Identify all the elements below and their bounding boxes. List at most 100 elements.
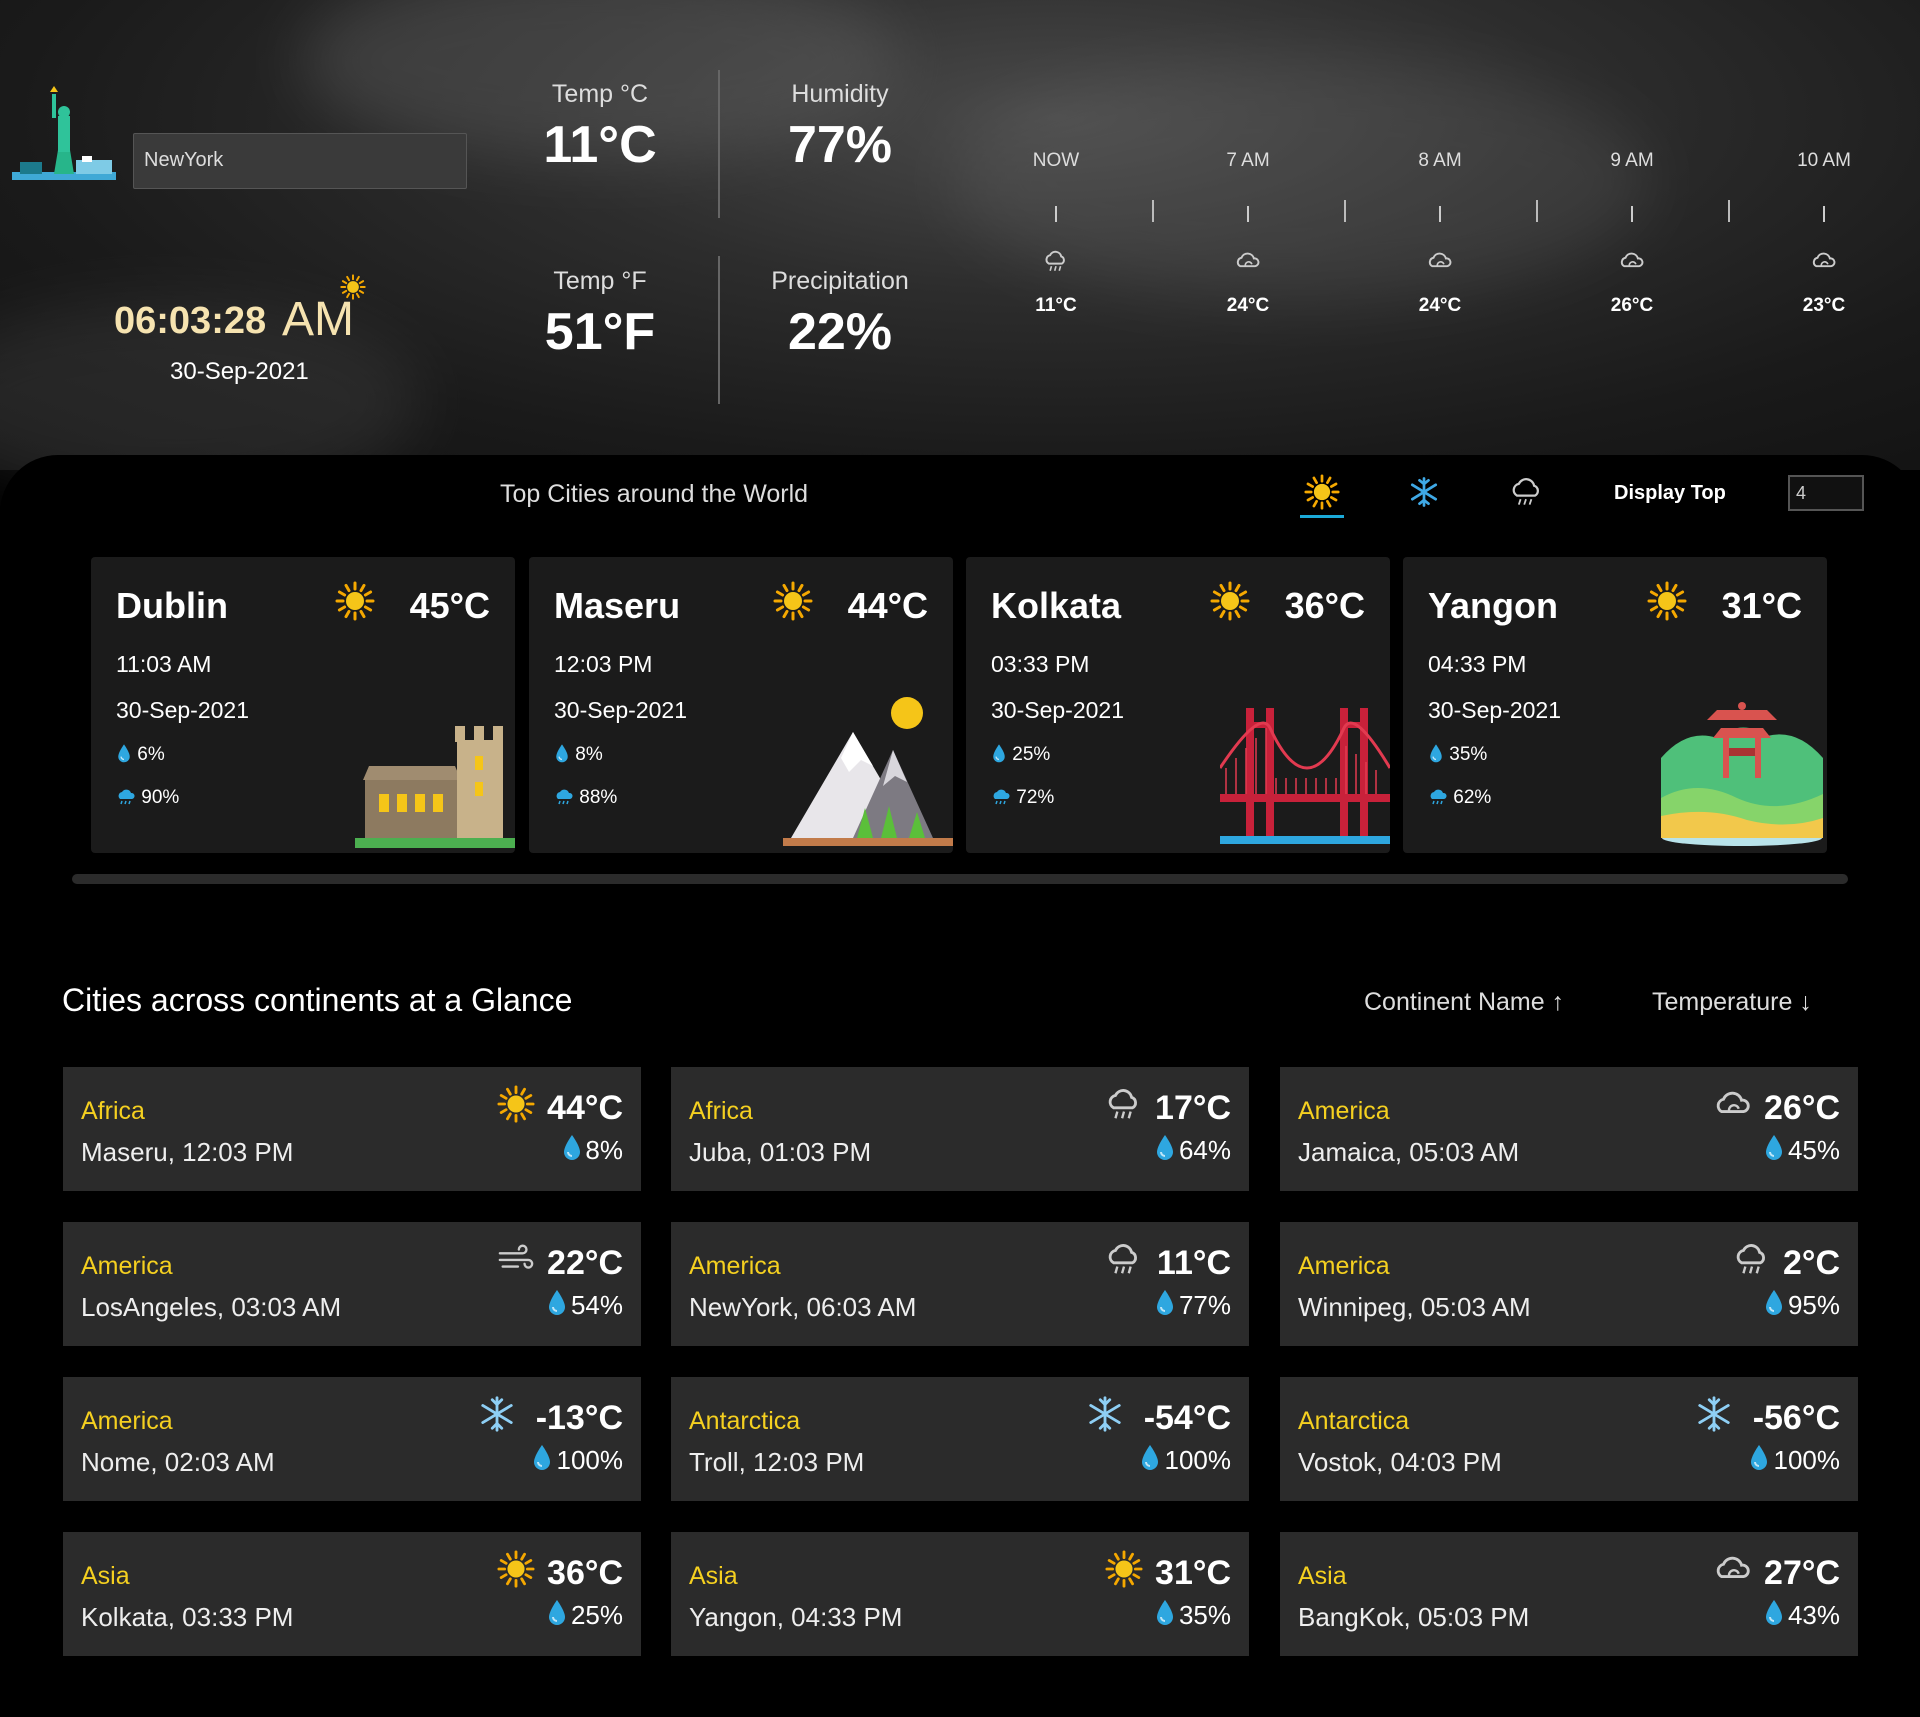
- tile-continent: Africa: [689, 1097, 753, 1125]
- continent-city-tile[interactable]: Asia Kolkata, 03:33 PM 36°C 25%: [63, 1532, 641, 1656]
- filter-active-indicator: [1300, 515, 1344, 518]
- card-date: 30-Sep-2021: [554, 697, 687, 723]
- sun-icon: [773, 581, 813, 621]
- continent-city-tile[interactable]: America Winnipeg, 05:03 AM 2°C 95%: [1280, 1222, 1858, 1346]
- continent-city-tile[interactable]: Antarctica Vostok, 04:03 PM -56°C 100%: [1280, 1377, 1858, 1501]
- hourly-temp: 24°C: [1226, 295, 1270, 316]
- card-city-name: Dublin: [116, 585, 228, 626]
- rain-cloud-icon: [1430, 789, 1447, 805]
- tile-city-time: Juba, 01:03 PM: [689, 1137, 872, 1167]
- continent-city-tile[interactable]: America Jamaica, 05:03 AM 26°C 45%: [1280, 1067, 1858, 1191]
- continent-city-tile[interactable]: Africa Maseru, 12:03 PM 44°C 8%: [63, 1067, 641, 1191]
- pagoda-illustration: [1657, 698, 1827, 853]
- top-city-card[interactable]: Maseru 44°C 12:03 PM 30-Sep-2021 8% 88%: [529, 557, 953, 853]
- tile-humidity: 35%: [1178, 1600, 1231, 1630]
- tile-humidity: 25%: [570, 1600, 623, 1630]
- tile-continent: America: [81, 1407, 173, 1435]
- filter-snow-icon[interactable]: [1406, 474, 1442, 510]
- sun-icon: [1210, 581, 1250, 621]
- card-humidity: 25%: [991, 743, 1050, 766]
- tile-temperature: -56°C: [1752, 1399, 1840, 1437]
- card-humidity-value: 35%: [1449, 744, 1488, 765]
- timeline-tick: [1439, 206, 1441, 222]
- tile-city-time: Troll, 12:03 PM: [689, 1447, 865, 1477]
- tile-temperature: 44°C: [547, 1089, 623, 1127]
- hourly-temp: 11°C: [1035, 295, 1077, 316]
- continent-city-tile[interactable]: America NewYork, 06:03 AM 11°C 77%: [671, 1222, 1249, 1346]
- hourly-temp: 26°C: [1610, 295, 1654, 316]
- card-city-name: Yangon: [1428, 585, 1559, 626]
- bridge-illustration: [1218, 698, 1390, 853]
- hourly-item: 7 AM 24°C: [1188, 150, 1308, 317]
- hourly-hour: 9 AM: [1610, 150, 1654, 171]
- display-top-input[interactable]: 4: [1788, 475, 1864, 511]
- continent-city-tile[interactable]: America LosAngeles, 03:03 AM 22°C 54%: [63, 1222, 641, 1346]
- rain-cloud-icon: [118, 789, 135, 805]
- card-precip-value: 88%: [579, 787, 618, 808]
- card-date: 30-Sep-2021: [991, 697, 1124, 723]
- timeline-tick: [1152, 200, 1154, 222]
- filter-sunny-icon[interactable]: [1304, 474, 1340, 510]
- tile-temperature: 31°C: [1155, 1554, 1231, 1592]
- temp-f-stat: Temp °F 51°F: [490, 267, 710, 362]
- timeline-tick: [1631, 206, 1633, 222]
- continent-city-tile[interactable]: Africa Juba, 01:03 PM 17°C 64%: [671, 1067, 1249, 1191]
- tile-continent: Asia: [81, 1562, 130, 1590]
- top-cities-title: Top Cities around the World: [500, 480, 809, 508]
- tile-temperature: -13°C: [535, 1399, 623, 1437]
- card-precipitation: 62%: [1428, 787, 1491, 809]
- droplet-icon: [534, 1445, 550, 1470]
- droplet-icon: [1157, 1290, 1173, 1315]
- snowflake-icon: [1089, 1396, 1121, 1432]
- cards-scrollbar[interactable]: [72, 874, 1848, 884]
- rain-cloud-icon: [1108, 1089, 1137, 1119]
- droplet-icon: [549, 1290, 565, 1315]
- cloud-icon: [1620, 252, 1644, 268]
- sort-temperature-label: Temperature: [1652, 988, 1793, 1016]
- card-time: 04:33 PM: [1428, 651, 1527, 677]
- continent-city-tile[interactable]: Asia BangKok, 05:03 PM 27°C 43%: [1280, 1532, 1858, 1656]
- filter-rain-icon[interactable]: [1508, 474, 1544, 510]
- sun-icon: [340, 274, 366, 300]
- card-precip-value: 90%: [141, 787, 180, 808]
- hourly-hour: 7 AM: [1226, 150, 1270, 171]
- card-precipitation: 90%: [116, 787, 179, 809]
- top-city-card[interactable]: Dublin 45°C 11:03 AM 30-Sep-2021 6% 90%: [91, 557, 515, 853]
- card-precipitation: 72%: [991, 787, 1054, 809]
- tile-humidity: 54%: [570, 1290, 623, 1320]
- droplet-icon: [564, 1135, 580, 1160]
- top-city-card[interactable]: Kolkata 36°C 03:33 PM 30-Sep-2021 25% 72…: [966, 557, 1390, 853]
- card-humidity-value: 8%: [575, 744, 603, 765]
- tile-city-time: Jamaica, 05:03 AM: [1298, 1137, 1520, 1167]
- timeline-tick: [1536, 200, 1538, 222]
- card-time: 03:33 PM: [991, 651, 1090, 677]
- hourly-item: NOW 11°C: [996, 150, 1116, 317]
- card-humidity-value: 6%: [137, 744, 165, 765]
- hourly-hour: NOW: [1032, 150, 1080, 171]
- card-temperature: 45°C: [409, 585, 490, 626]
- sort-temperature-button[interactable]: Temperature ↓: [1652, 988, 1812, 1017]
- continent-city-tile[interactable]: Antarctica Troll, 12:03 PM -54°C 100%: [671, 1377, 1249, 1501]
- tile-humidity: 45%: [1787, 1135, 1840, 1165]
- droplet-icon: [1157, 1600, 1173, 1625]
- tile-continent: America: [81, 1252, 173, 1280]
- tile-continent: Africa: [81, 1097, 145, 1125]
- timeline-tick: [1055, 206, 1057, 222]
- temp-c-label: Temp °C: [551, 80, 649, 108]
- tile-continent: America: [1298, 1252, 1390, 1280]
- droplet-icon: [118, 744, 130, 763]
- sun-icon: [1105, 1550, 1143, 1588]
- divider: [718, 256, 720, 404]
- tile-temperature: -54°C: [1143, 1399, 1231, 1437]
- cloud-icon: [1716, 1556, 1750, 1579]
- card-temperature: 44°C: [847, 585, 928, 626]
- sun-icon: [497, 1085, 535, 1123]
- top-city-card[interactable]: Yangon 31°C 04:33 PM 30-Sep-2021 35% 62%: [1403, 557, 1827, 853]
- city-selector[interactable]: NewYork: [133, 133, 467, 189]
- tile-temperature: 17°C: [1155, 1089, 1231, 1127]
- sort-continent-button[interactable]: Continent Name ↑: [1364, 988, 1564, 1017]
- continent-city-tile[interactable]: America Nome, 02:03 AM -13°C 100%: [63, 1377, 641, 1501]
- temp-f-label: Temp °F: [553, 267, 647, 295]
- droplet-icon: [1766, 1135, 1782, 1160]
- continent-city-tile[interactable]: Asia Yangon, 04:33 PM 31°C 35%: [671, 1532, 1249, 1656]
